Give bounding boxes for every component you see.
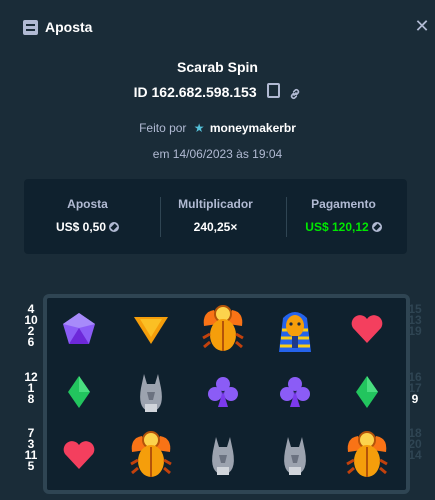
golden-scarab-symbol xyxy=(337,427,397,483)
username-link[interactable]: moneymakerbr xyxy=(210,121,296,135)
stat-payout-amount: US$ 120,12 xyxy=(305,220,369,234)
stat-multiplier: Multiplicador 240,25× xyxy=(152,179,279,254)
stat-multiplier-label: Multiplicador xyxy=(178,197,253,211)
purple-club-symbol xyxy=(265,364,325,420)
purple-gem-symbol xyxy=(49,301,109,357)
payline-number[interactable]: 6 xyxy=(23,336,39,348)
link-icon[interactable] xyxy=(289,88,301,100)
yellow-triangle-symbol xyxy=(121,301,181,357)
purple-club-symbol xyxy=(193,364,253,420)
played-by-label: Feito por xyxy=(139,121,187,135)
stat-payout: Pagamento US$ 120,12 xyxy=(280,179,407,254)
stat-payout-label: Pagamento xyxy=(311,197,376,211)
payline-number[interactable]: 9 xyxy=(407,393,423,405)
stat-bet: Aposta US$ 0,50 xyxy=(24,179,151,254)
grey-cat-symbol xyxy=(265,427,325,483)
red-heart-symbol xyxy=(337,301,397,357)
stat-bet-amount: US$ 0,50 xyxy=(55,220,107,234)
pharaoh-symbol xyxy=(265,301,325,357)
bet-id-row: ID 162.682.598.153 xyxy=(0,83,435,102)
bet-id: ID 162.682.598.153 xyxy=(133,84,257,100)
grey-cat-symbol xyxy=(193,427,253,483)
reel-grid xyxy=(43,294,410,494)
grey-cat-symbol xyxy=(121,364,181,420)
payline-number[interactable]: 5 xyxy=(23,460,39,472)
stat-payout-value: US$ 120,12 xyxy=(280,220,407,234)
red-heart-symbol xyxy=(49,427,109,483)
payline-number[interactable]: 19 xyxy=(407,325,423,337)
green-diamond-symbol xyxy=(49,364,109,420)
bet-slip-icon xyxy=(23,20,38,35)
game-name[interactable]: Scarab Spin xyxy=(0,59,435,75)
payline-group: 15 13 19 xyxy=(407,303,423,337)
currency-coin-icon xyxy=(109,222,120,232)
bet-stats-panel: Aposta US$ 0,50 Multiplicador 240,25× Pa… xyxy=(24,179,407,254)
payline-number[interactable]: 14 xyxy=(407,449,423,461)
modal-title: Aposta xyxy=(45,19,93,35)
modal-header: Aposta ✕ xyxy=(0,0,435,56)
currency-coin-icon xyxy=(371,222,382,232)
golden-scarab-symbol xyxy=(121,427,181,483)
golden-scarab-symbol xyxy=(193,301,253,357)
green-diamond-symbol xyxy=(337,364,397,420)
payline-group: 12 1 8 xyxy=(23,371,39,405)
stat-bet-label: Aposta xyxy=(67,197,108,211)
bet-date: em 14/06/2023 às 19:04 xyxy=(152,147,283,161)
close-button[interactable]: ✕ xyxy=(413,17,431,35)
stat-bet-value: US$ 0,50 xyxy=(24,220,151,234)
close-icon: ✕ xyxy=(414,16,430,36)
played-by: Feito por ★ moneymakerbr xyxy=(0,121,435,135)
payline-group: 7 3 11 5 xyxy=(23,427,39,472)
payline-group: 16 17 9 xyxy=(407,371,423,405)
payline-group: 18 20 14 xyxy=(407,427,423,461)
stat-multiplier-value: 240,25× xyxy=(193,220,238,234)
payline-group: 4 10 2 6 xyxy=(23,303,39,348)
payline-number[interactable]: 8 xyxy=(23,393,39,405)
vip-star-icon: ★ xyxy=(193,121,205,135)
copy-icon[interactable] xyxy=(266,83,280,99)
